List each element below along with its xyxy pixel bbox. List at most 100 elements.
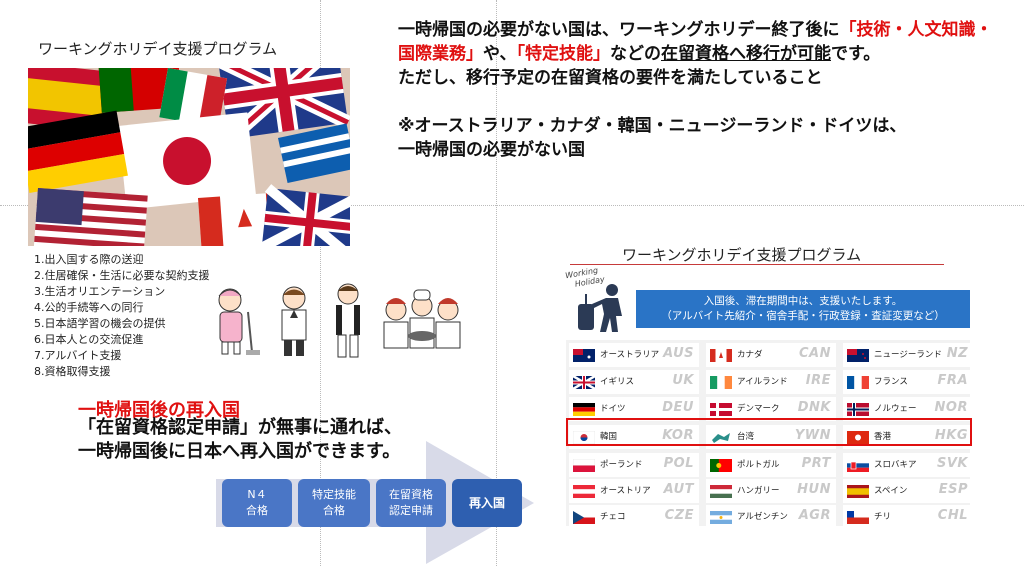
dk-flag-icon [710,403,732,416]
title-underline [570,264,944,265]
country-cell-ire: アイルランド IRE [706,370,836,394]
right-program-title: ワーキングホリデイ支援プログラム [622,246,862,264]
flags-photo [28,68,350,246]
step-specified-skill-pass: 特定技能 合格 [298,479,370,527]
traveler-silhouette-icon [578,284,622,332]
support-item: 8.資格取得支援 [34,365,111,378]
step-label: 在留資格 [389,488,433,501]
support-item: 6.日本人との交流促進 [34,333,144,346]
pt-flag-icon [710,459,732,472]
cleaner-illustration [218,288,260,355]
notice-text-segment: 一時帰国の必要がない国は、ワーキングホリデー終了後に [398,20,840,40]
country-name: イギリス [600,377,635,387]
support-item: 3.生活オリエンテーション [34,285,166,298]
country-code: AUT [663,482,694,497]
country-name: ドイツ [600,404,626,414]
country-name: スペイン [874,486,908,496]
country-name: カナダ [737,350,763,360]
country-name: アルゼンチン [737,512,788,522]
banner-line: 入国後、滞在期間中は、支援いたします。 [703,295,903,307]
ie-flag-icon [710,376,732,389]
country-name: チリ [874,512,892,522]
country-cell-fra: フランス FRA [843,370,973,394]
country-code: AUS [663,346,694,361]
country-cell-can: カナダ CAN [706,343,836,367]
country-name: ポーランド [600,460,643,470]
notice-text-segment: や、 [483,44,517,64]
country-cell-nz: ニュージーランド NZ [843,343,973,367]
hotel-staff-illustration [281,286,307,356]
country-name: ハンガリー [737,486,780,496]
ar-flag-icon [710,511,732,524]
country-cell-hun: ハンガリー HUN [706,479,836,503]
step-label: 合格 [323,504,345,517]
country-cell-svk: スロバキア SVK [843,453,973,477]
de-flag-icon [573,403,595,416]
country-name: オーストリア [600,486,651,496]
no-flag-icon [847,403,869,416]
support-item: 7.アルバイト支援 [34,349,122,362]
country-code: ESP [938,482,968,497]
at-flag-icon [573,485,595,498]
country-cell-prt: ポルトガル PRT [706,453,836,477]
country-code: FRA [937,373,968,388]
support-item: 2.住居確保・生活に必要な契約支援 [34,269,210,282]
cooks-illustration [383,289,461,349]
notice-text-segment: などの [610,44,661,64]
sk-flag-icon [847,459,869,472]
flags-collage-image [28,68,350,246]
country-code: SVK [937,456,968,471]
country-code: HUN [797,482,831,497]
country-name: ノルウェー [874,404,917,414]
country-code: NOR [934,400,968,415]
step-label: 認定申請 [389,504,433,517]
country-code: AGR [798,508,831,523]
country-code: IRE [805,373,831,388]
notice-text: 一時帰国の必要がない国は、ワーキングホリデー終了後に「技術・人文知識・国際業務」… [398,18,1008,162]
banner-line: （アルバイト先紹介・宿舎手配・行政登録・査証変更など） [661,310,945,322]
country-name: ポルトガル [737,460,780,470]
support-item: 4.公的手続等への同行 [34,301,144,314]
notice-text-segment: です。 [831,44,881,64]
country-code: PRT [801,456,831,471]
nz-flag-icon [847,349,869,362]
step-label: 合格 [246,504,268,517]
notice-underlined-segment: 在留資格へ移行が可能 [661,44,831,64]
notice-paragraph-2: ただし、移行予定の在留資格の要件を満たしていること [398,68,823,88]
country-cell-chl: チリ CHL [843,505,973,529]
step-label: 再入国 [468,496,505,510]
notice-paragraph-4: 一時帰国の必要がない国 [398,140,585,160]
step-label: N４ [247,488,267,501]
step-reentry: 再入国 [452,479,522,527]
country-cell-aus: オーストラリア AUS [569,343,699,367]
support-list: 1.出入国する際の送迎 2.住居確保・生活に必要な契約支援 3.生活オリエンテー… [34,252,210,380]
country-code: UK [672,373,694,388]
left-program-title: ワーキングホリデイ支援プログラム [38,40,278,58]
cz-flag-icon [573,511,595,524]
country-cell-pol: ポーランド POL [569,453,699,477]
uk-flag-icon [573,376,595,389]
notice-highlight-specified-skill: 「特定技能」 [516,44,611,64]
country-name: アイルランド [737,377,788,387]
step-coe-application: 在留資格 認定申請 [376,479,446,527]
country-code: CHL [937,508,968,523]
country-cell-cze: チェコ CZE [569,505,699,529]
fr-flag-icon [847,376,869,389]
country-name: オーストラリア [600,350,660,360]
hu-flag-icon [710,485,732,498]
support-banner: 入国後、滞在期間中は、支援いたします。 （アルバイト先紹介・宿舎手配・行政登録・… [636,290,970,328]
country-cell-esp: スペイン ESP [843,479,973,503]
notice-paragraph-1: 一時帰国の必要がない国は、ワーキングホリデー終了後に「技術・人文知識・国際業務」… [398,18,1008,66]
country-name: スロバキア [874,460,917,470]
country-name: フランス [874,377,908,387]
au-flag-icon [573,349,595,362]
country-name: ニュージーランド [874,350,942,360]
support-item: 1.出入国する際の送迎 [34,253,144,266]
country-code: CZE [664,508,694,523]
country-code: POL [663,456,694,471]
country-code: CAN [799,346,831,361]
country-code: DNK [797,400,831,415]
country-cell-aut: オーストリア AUT [569,479,699,503]
pl-flag-icon [573,459,595,472]
es-flag-icon [847,485,869,498]
